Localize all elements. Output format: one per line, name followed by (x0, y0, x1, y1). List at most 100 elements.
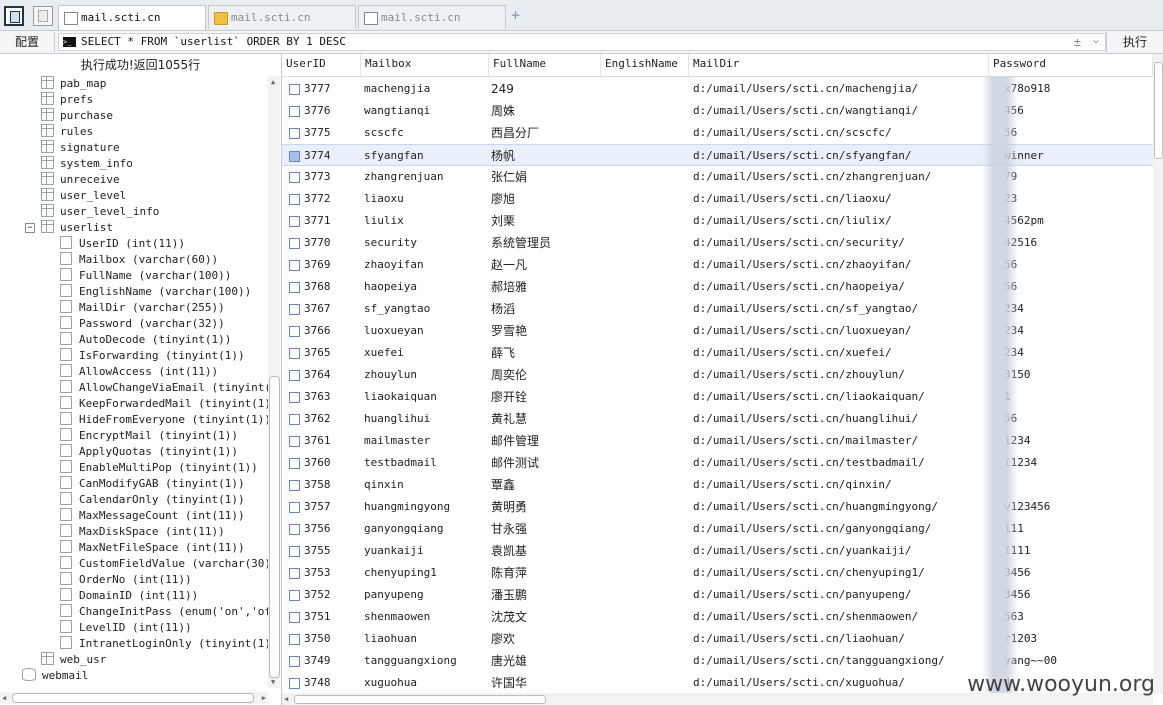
tree-column[interactable]: AllowAccess (int(11)) (60, 364, 218, 380)
scroll-down-icon[interactable]: ▼ (271, 678, 275, 686)
tree-scroll-thumb[interactable] (269, 376, 280, 678)
tree-column[interactable]: FullName (varchar(100)) (60, 268, 231, 284)
sql-query-input[interactable]: >_ SELECT * FROM `userlist` ORDER BY 1 D… (58, 33, 1106, 51)
row-checkbox[interactable] (289, 326, 300, 337)
scroll-left-icon[interactable]: ◀ (2, 694, 6, 702)
tree-table-signature[interactable]: signature (41, 140, 120, 156)
schema-tree[interactable]: pab_map prefs purchase rules signature system… (0, 76, 268, 688)
tree-table-rules[interactable]: rules (41, 124, 93, 140)
tree-table-purchase[interactable]: purchase (41, 108, 113, 124)
column-header-userid[interactable]: UserID (282, 54, 361, 76)
table-row[interactable]: 3777 machengjia 249 d:/umail/Users/scti.cn/… (282, 78, 1153, 100)
tree-column[interactable]: MailDir (varchar(255)) (60, 300, 225, 316)
row-checkbox[interactable] (289, 546, 300, 557)
column-header-maildir[interactable]: MailDir (689, 54, 989, 76)
new-window-button[interactable] (33, 6, 53, 26)
table-row[interactable]: 3756 ganyongqiang 甘永强 d:/umail/Users/scti.c… (282, 518, 1153, 540)
tree-hscroll-thumb[interactable] (12, 693, 254, 703)
table-row[interactable]: 3773 zhangrenjuan 张仁娟 d:/umail/Users/scti.c… (282, 166, 1153, 188)
table-row[interactable]: 3768 haopeiya 郝培雅 d:/umail/Users/scti.cn/ha… (282, 276, 1153, 298)
tree-table-user-level-info[interactable]: user_level_info (41, 204, 159, 220)
table-row[interactable]: 3776 wangtianqi 周姝 d:/umail/Users/scti.cn/w… (282, 100, 1153, 122)
row-checkbox[interactable] (289, 282, 300, 293)
table-row[interactable]: 3775 scscfc 西昌分厂 d:/umail/Users/scti.cn/scs… (282, 122, 1153, 144)
row-checkbox[interactable] (289, 590, 300, 601)
table-row[interactable]: 3750 liaohuan 廖欢 d:/umail/Users/scti.cn/lia… (282, 628, 1153, 650)
tree-column[interactable]: OrderNo (int(11)) (60, 572, 192, 588)
table-row[interactable]: 3761 mailmaster 邮件管理 d:/umail/Users/scti.cn… (282, 430, 1153, 452)
table-row[interactable]: 3760 testbadmail 邮件测试 d:/umail/Users/scti.c… (282, 452, 1153, 474)
tree-table-system-info[interactable]: system_info (41, 156, 133, 172)
table-row[interactable]: 3757 huangmingyong 黄明勇 d:/umail/Users/scti.… (282, 496, 1153, 518)
sort-icon[interactable]: ± (1074, 34, 1081, 50)
table-row[interactable]: 3767 sf_yangtao 杨滔 d:/umail/Users/scti.cn/s… (282, 298, 1153, 320)
grid-hscroll-thumb[interactable] (294, 695, 546, 704)
table-row[interactable]: 3770 security 系统管理员 d:/umail/Users/scti.cn/… (282, 232, 1153, 254)
table-row[interactable]: 3758 qinxin 覃鑫 d:/umail/Users/scti.cn/qinxi… (282, 474, 1153, 496)
row-checkbox[interactable] (289, 568, 300, 579)
table-row[interactable]: 3772 liaoxu 廖旭 d:/umail/Users/scti.cn/liaox… (282, 188, 1153, 210)
execute-button[interactable]: 执行 (1106, 32, 1163, 52)
table-row[interactable]: 3749 tangguangxiong 唐光雄 d:/umail/Users/scti… (282, 650, 1153, 672)
row-checkbox[interactable] (289, 128, 300, 139)
tree-column[interactable]: IsForwarding (tinyint(1)) (60, 348, 245, 364)
tab-1[interactable]: mail.scti.cn (58, 5, 206, 30)
tree-column[interactable]: CustomFieldValue (varchar(30)) (60, 556, 268, 572)
row-checkbox[interactable] (289, 194, 300, 205)
row-checkbox[interactable] (289, 151, 300, 162)
row-checkbox[interactable] (289, 216, 300, 227)
tree-column[interactable]: UserID (int(11)) (60, 236, 185, 252)
scroll-right-icon[interactable]: ▶ (262, 694, 266, 702)
tree-column[interactable]: CanModifyGAB (tinyint(1)) (60, 476, 245, 492)
collapse-icon[interactable]: − (25, 223, 35, 233)
grid-vertical-scrollbar[interactable] (1153, 54, 1163, 694)
row-checkbox[interactable] (289, 106, 300, 117)
table-row[interactable]: 3762 huanglihui 黄礼慧 d:/umail/Users/scti.cn/… (282, 408, 1153, 430)
tree-table-unreceive[interactable]: unreceive (41, 172, 120, 188)
row-checkbox[interactable] (289, 678, 300, 689)
row-checkbox[interactable] (289, 502, 300, 513)
table-row[interactable]: 3751 shenmaowen 沈茂文 d:/umail/Users/scti.cn/… (282, 606, 1153, 628)
tab-2[interactable]: mail.scti.cn (208, 5, 356, 29)
column-header-password[interactable]: Password (989, 54, 1153, 76)
table-row[interactable]: 3765 xuefei 薛飞 d:/umail/Users/scti.cn/xuefe… (282, 342, 1153, 364)
tree-column[interactable]: AutoDecode (tinyint(1)) (60, 332, 231, 348)
row-checkbox[interactable] (289, 634, 300, 645)
tree-column[interactable]: EncryptMail (tinyint(1)) (60, 428, 238, 444)
row-checkbox[interactable] (289, 238, 300, 249)
table-row[interactable]: 3764 zhouylun 周奕伦 d:/umail/Users/scti.cn/zh… (282, 364, 1153, 386)
table-row[interactable]: 3755 yuankaiji 袁凯基 d:/umail/Users/scti.cn/y… (282, 540, 1153, 562)
tab-3[interactable]: mail.scti.cn (358, 5, 506, 29)
config-button[interactable]: 配置 (0, 32, 55, 52)
tree-column[interactable]: MaxDiskSpace (int(11)) (60, 524, 225, 540)
tree-column[interactable]: EnglishName (varchar(100)) (60, 284, 251, 300)
scroll-up-icon[interactable]: ▲ (271, 78, 275, 86)
tree-column[interactable]: MaxNetFileSpace (int(11)) (60, 540, 245, 556)
column-header-mailbox[interactable]: Mailbox (361, 54, 489, 76)
tree-column[interactable]: ApplyQuotas (tinyint(1)) (60, 444, 238, 460)
tree-column[interactable]: IntranetLoginOnly (tinyint(1)) (60, 636, 268, 652)
table-row[interactable]: 3753 chenyuping1 陈育萍 d:/umail/Users/scti.cn… (282, 562, 1153, 584)
row-checkbox[interactable] (289, 260, 300, 271)
row-checkbox[interactable] (289, 392, 300, 403)
tree-table-pab-map[interactable]: pab_map (41, 76, 106, 92)
tree-column[interactable]: EnableMultiPop (tinyint(1)) (60, 460, 258, 476)
column-header-englishname[interactable]: EnglishName (601, 54, 689, 76)
tree-table-user-level[interactable]: user_level (41, 188, 126, 204)
tree-horizontal-scrollbar[interactable]: ◀ ▶ (0, 692, 268, 704)
tree-database-webmail[interactable]: webmail (22, 668, 88, 684)
row-checkbox[interactable] (289, 480, 300, 491)
table-row[interactable]: 3774 sfyangfan 杨帆 d:/umail/Users/scti.cn/sf… (282, 144, 1153, 166)
tree-column[interactable]: ChangeInitPass (enum('on','off' (60, 604, 268, 620)
tree-column[interactable]: KeepForwardedMail (tinyint(1)) (60, 396, 268, 412)
grid-scroll-thumb[interactable] (1154, 62, 1163, 159)
row-checkbox[interactable] (289, 84, 300, 95)
row-checkbox[interactable] (289, 656, 300, 667)
row-checkbox[interactable] (289, 172, 300, 183)
row-checkbox[interactable] (289, 304, 300, 315)
tree-column[interactable]: DomainID (int(11)) (60, 588, 198, 604)
chevron-down-icon[interactable]: ⌵ (1093, 33, 1099, 49)
row-checkbox[interactable] (289, 612, 300, 623)
tree-table-web-usr[interactable]: web_usr (41, 652, 106, 668)
tree-table-userlist[interactable]: userlist (41, 220, 113, 236)
